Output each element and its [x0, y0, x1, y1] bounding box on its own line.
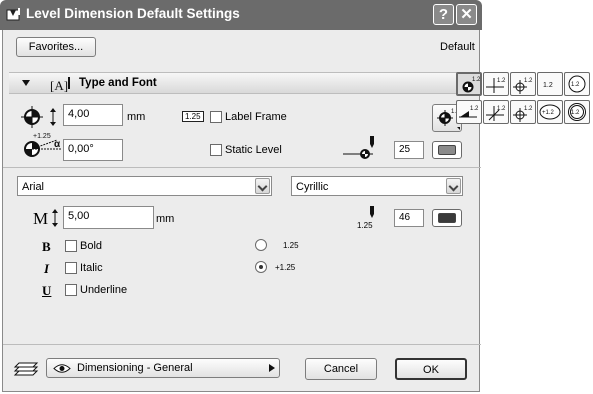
- bold-icon: B: [42, 239, 51, 254]
- italic-checkbox[interactable]: [65, 262, 77, 274]
- italic-label: Italic: [80, 262, 103, 274]
- palette-option[interactable]: 1.2: [537, 72, 563, 96]
- marker-size-icon: [21, 106, 56, 128]
- ok-button[interactable]: OK: [395, 358, 467, 380]
- layer-select[interactable]: Dimensioning - General: [46, 358, 280, 378]
- palette-option[interactable]: 1.2: [456, 100, 482, 124]
- font-size-icon: M: [33, 209, 49, 228]
- marker-style-icon: 1.2: [543, 82, 553, 89]
- dialog-window: Level Dimension Default Settings ? ✕ Fav…: [0, 0, 593, 394]
- script-select[interactable]: Cyrillic: [291, 176, 463, 196]
- marker-style-icon: 1.2: [513, 106, 533, 122]
- text-pen-swatch[interactable]: [432, 209, 462, 227]
- divider: [3, 344, 481, 345]
- prefix-radio-plain-label: 1.25: [283, 241, 299, 250]
- marker-pen-color: [438, 145, 456, 155]
- chevron-right-icon: [269, 364, 275, 372]
- font-size-input[interactable]: 5,00: [63, 206, 154, 229]
- height-arrow-icon: [52, 209, 58, 227]
- chevron-down-icon: [446, 178, 461, 194]
- svg-text:1.2: 1.2: [571, 82, 580, 88]
- dialog-body: Favorites... Default [A] Type and Font 4…: [2, 30, 481, 392]
- palette-option[interactable]: 1.2: [483, 72, 509, 96]
- static-level-checkbox[interactable]: [210, 144, 222, 156]
- help-button[interactable]: ?: [433, 4, 454, 25]
- svg-text:1.2: 1.2: [571, 110, 580, 116]
- prefix-radio-plus[interactable]: [255, 261, 267, 273]
- font-name: Arial: [22, 181, 45, 193]
- svg-text:1.2: 1.2: [524, 106, 533, 112]
- underline-label: Underline: [80, 284, 128, 296]
- palette-option[interactable]: 1.2: [510, 72, 536, 96]
- palette-option[interactable]: +1.2: [537, 100, 563, 124]
- palette-option[interactable]: 1.2: [456, 72, 482, 96]
- angle-small-label: +1.25: [33, 133, 51, 140]
- svg-text:1.2: 1.2: [472, 77, 481, 83]
- marker-style-icon: 1.2: [568, 75, 586, 93]
- chevron-down-icon: [255, 178, 270, 194]
- palette-option[interactable]: 1.2: [564, 100, 590, 124]
- angle-tag: α: [54, 139, 61, 150]
- marker-style-icon: 1.2: [513, 78, 533, 94]
- svg-text:+1.2: +1.2: [542, 110, 555, 116]
- text-pen-color: [438, 213, 456, 223]
- text-pen-icon: [370, 206, 374, 218]
- font-size-unit: mm: [156, 213, 175, 225]
- label-frame-badge: 1.25: [182, 111, 204, 122]
- marker-style-icon: +1.2: [539, 104, 561, 120]
- marker-style-icon: 1.2: [462, 77, 481, 93]
- bold-checkbox[interactable]: [65, 240, 77, 252]
- label-frame-checkbox[interactable]: [210, 111, 222, 123]
- palette-option[interactable]: 1.2: [483, 100, 509, 124]
- eye-icon[interactable]: [53, 363, 71, 374]
- marker-style-icon: 1.2: [486, 106, 506, 121]
- type-and-font-header[interactable]: [A] Type and Font: [9, 72, 475, 94]
- window-title: Level Dimension Default Settings: [26, 6, 240, 21]
- marker-style-icon: 1.2: [486, 78, 506, 93]
- title-bar[interactable]: Level Dimension Default Settings ? ✕: [0, 0, 482, 30]
- text-pen-input[interactable]: 46: [394, 209, 424, 227]
- italic-icon: I: [44, 261, 50, 276]
- divider: [3, 167, 481, 168]
- bold-label: Bold: [80, 240, 103, 252]
- font-script: Cyrillic: [296, 181, 329, 193]
- static-level-label: Static Level: [225, 144, 282, 156]
- level-dimension-icon: [6, 8, 20, 21]
- marker-size-unit: mm: [127, 111, 146, 123]
- marker-pen-input[interactable]: 25: [394, 141, 424, 159]
- layer-icon: [13, 362, 39, 376]
- disclosure-triangle-icon[interactable]: [21, 78, 31, 88]
- svg-text:1.2: 1.2: [543, 82, 553, 89]
- cancel-button[interactable]: Cancel: [305, 358, 377, 380]
- marker-angle-input[interactable]: 0,00°: [63, 139, 123, 161]
- marker-style-palette: 1.2 1.2 1.2 1.2 1.2 1.2 1.2 1.2 +1.2 1.2: [456, 72, 593, 130]
- layer-name: Dimensioning - General: [77, 362, 193, 374]
- underline-icon: U: [42, 283, 52, 298]
- text-pen-tag: 1.25: [357, 221, 373, 230]
- palette-option[interactable]: 1.2: [510, 100, 536, 124]
- svg-text:1.2: 1.2: [470, 106, 479, 112]
- underline-checkbox[interactable]: [65, 284, 77, 296]
- marker-size-input[interactable]: 4,00: [63, 104, 123, 126]
- svg-text:1.2: 1.2: [497, 78, 506, 84]
- svg-text:1.2: 1.2: [524, 78, 533, 84]
- svg-text:[A]: [A]: [50, 78, 68, 93]
- label-frame-label: Label Frame: [225, 111, 287, 123]
- marker-style-icon: 1.2: [459, 106, 479, 118]
- marker-pen-swatch[interactable]: [432, 141, 462, 159]
- type-font-icon: [A]: [50, 77, 70, 93]
- default-label: Default: [440, 41, 475, 53]
- marker-angle-icon: +1.25 α: [24, 133, 61, 157]
- font-select[interactable]: Arial: [17, 176, 272, 196]
- prefix-radio-plain[interactable]: [255, 239, 267, 251]
- prefix-radio-plus-label: +1.25: [275, 263, 296, 272]
- marker-style-icon: 1.2: [568, 103, 586, 121]
- palette-option[interactable]: 1.2: [564, 72, 590, 96]
- section-title: Type and Font: [79, 77, 157, 89]
- svg-text:1.2: 1.2: [497, 106, 506, 112]
- close-button[interactable]: ✕: [456, 4, 477, 25]
- marker-pen-icon: [343, 136, 374, 159]
- favorites-button[interactable]: Favorites...: [16, 37, 96, 57]
